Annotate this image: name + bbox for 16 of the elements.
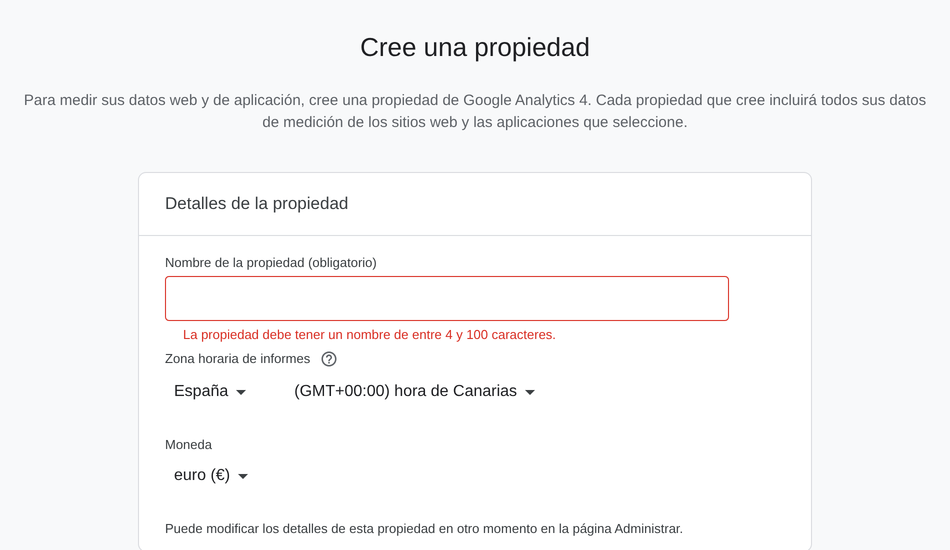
card-title: Detalles de la propiedad xyxy=(139,173,811,236)
dropdown-button[interactable]: (GMT+00:00) hora de Canarias xyxy=(285,378,544,406)
page-title: Cree una propiedad xyxy=(360,31,590,64)
field-label: Zona horaria de informes xyxy=(165,350,310,368)
caret-icon xyxy=(525,390,536,394)
page-description: Para medir sus datos web y de aplicación, cree una propiedad de Google Analytics 4. Cada propiedad que cree incluirá todos sus datos de medición de los sitios web y las aplicaciones que seleccione. xyxy=(22,91,928,133)
field-label: Moneda xyxy=(165,436,213,454)
property-name-field[interactable] xyxy=(165,276,729,321)
help-note: Puede modificar los detalles de esta propiedad en otro momento en la página Administrar. xyxy=(165,520,684,538)
dropdown-button[interactable]: euro (€) xyxy=(165,462,258,490)
caret-icon xyxy=(238,474,248,478)
error-message: La propiedad debe tener un nombre de entre 4 y 100 caracteres. xyxy=(183,326,557,344)
help-icon[interactable] xyxy=(320,350,338,368)
field-label: Nombre de la propiedad (obligatorio) xyxy=(165,254,378,272)
dropdown-button[interactable]: España xyxy=(165,378,256,406)
caret-icon xyxy=(236,390,246,394)
